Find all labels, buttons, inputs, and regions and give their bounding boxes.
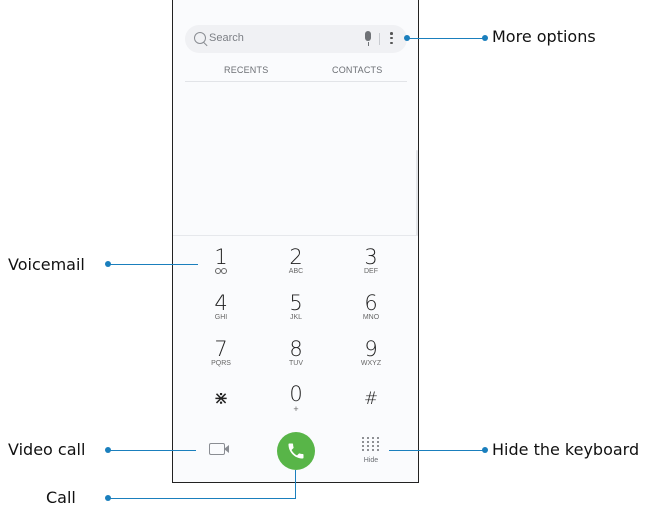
callout-line-video xyxy=(108,450,196,452)
call-button[interactable] xyxy=(277,432,315,470)
callout-dot-more-end xyxy=(482,35,488,41)
keypad-divider xyxy=(173,235,418,236)
search-icon xyxy=(194,32,206,44)
tab-divider xyxy=(185,81,407,82)
key-letters: MNO xyxy=(362,314,380,321)
key-5[interactable]: 5 JKL xyxy=(266,292,326,322)
tab-contacts[interactable]: CONTACTS xyxy=(332,65,382,75)
key-letters: WXYZ xyxy=(360,360,382,367)
keypad-grid-icon xyxy=(353,437,389,451)
phone-icon xyxy=(288,443,304,459)
key-digit: 4 xyxy=(214,291,228,315)
key-7[interactable]: 7 PQRS xyxy=(191,338,251,368)
hide-keyboard-button[interactable]: Hide xyxy=(353,437,389,464)
key-3[interactable]: 3 DEF xyxy=(341,246,401,276)
phone-screen: Search RECENTS CONTACTS 1 2 ABC 3 DEF 4 … xyxy=(172,0,419,483)
scrollbar[interactable] xyxy=(416,150,418,236)
key-0[interactable]: 0 + xyxy=(266,382,326,414)
key-9[interactable]: 9 WXYZ xyxy=(341,338,401,368)
search-input[interactable]: Search xyxy=(209,32,244,44)
key-digit: # xyxy=(363,389,379,409)
callout-line-call xyxy=(108,498,296,500)
callout-vline-call xyxy=(295,470,297,499)
key-letters: + xyxy=(293,404,299,414)
key-digit: 7 xyxy=(214,337,228,361)
key-letters: JKL xyxy=(289,314,303,321)
divider xyxy=(379,33,380,45)
key-letters: GHI xyxy=(214,314,228,321)
key-4[interactable]: 4 GHI xyxy=(191,292,251,322)
key-letters: ABC xyxy=(288,268,304,275)
key-1[interactable]: 1 xyxy=(191,246,251,276)
hide-label: Hide xyxy=(363,457,379,464)
key-digit: ⋇ xyxy=(213,388,229,409)
callout-line-more xyxy=(407,38,485,40)
key-star[interactable]: ⋇ xyxy=(191,388,251,410)
key-6[interactable]: 6 MNO xyxy=(341,292,401,322)
key-digit: 8 xyxy=(289,337,303,361)
callout-video-call: Video call xyxy=(8,440,86,459)
key-digit: 1 xyxy=(214,245,228,269)
key-2[interactable]: 2 ABC xyxy=(266,246,326,276)
callout-dot-call xyxy=(105,495,111,501)
key-digit: 9 xyxy=(364,337,378,361)
voicemail-icon xyxy=(215,268,227,274)
more-options-icon[interactable] xyxy=(390,32,393,46)
key-digit: 3 xyxy=(364,245,378,269)
callout-line-voicemail xyxy=(108,264,198,266)
callout-line-hide xyxy=(389,450,485,452)
key-letters: DEF xyxy=(364,268,378,275)
video-call-icon[interactable] xyxy=(209,443,229,455)
key-letters: TUV xyxy=(289,360,303,367)
key-digit: 2 xyxy=(289,245,303,269)
key-digit: 5 xyxy=(289,291,303,315)
key-digit: 0 xyxy=(289,382,303,406)
tab-recents[interactable]: RECENTS xyxy=(224,65,268,75)
microphone-icon[interactable] xyxy=(365,31,371,46)
search-bar[interactable]: Search xyxy=(185,25,407,53)
callout-hide-keyboard: Hide the keyboard xyxy=(492,440,640,459)
callout-dot-hide xyxy=(482,447,488,453)
key-letters: PQRS xyxy=(211,360,231,367)
key-8[interactable]: 8 TUV xyxy=(266,338,326,368)
callout-voicemail: Voicemail xyxy=(8,255,85,274)
callout-call: Call xyxy=(46,488,76,507)
key-digit: 6 xyxy=(364,291,378,315)
callout-more-options: More options xyxy=(492,27,596,46)
key-hash[interactable]: # xyxy=(341,388,401,410)
